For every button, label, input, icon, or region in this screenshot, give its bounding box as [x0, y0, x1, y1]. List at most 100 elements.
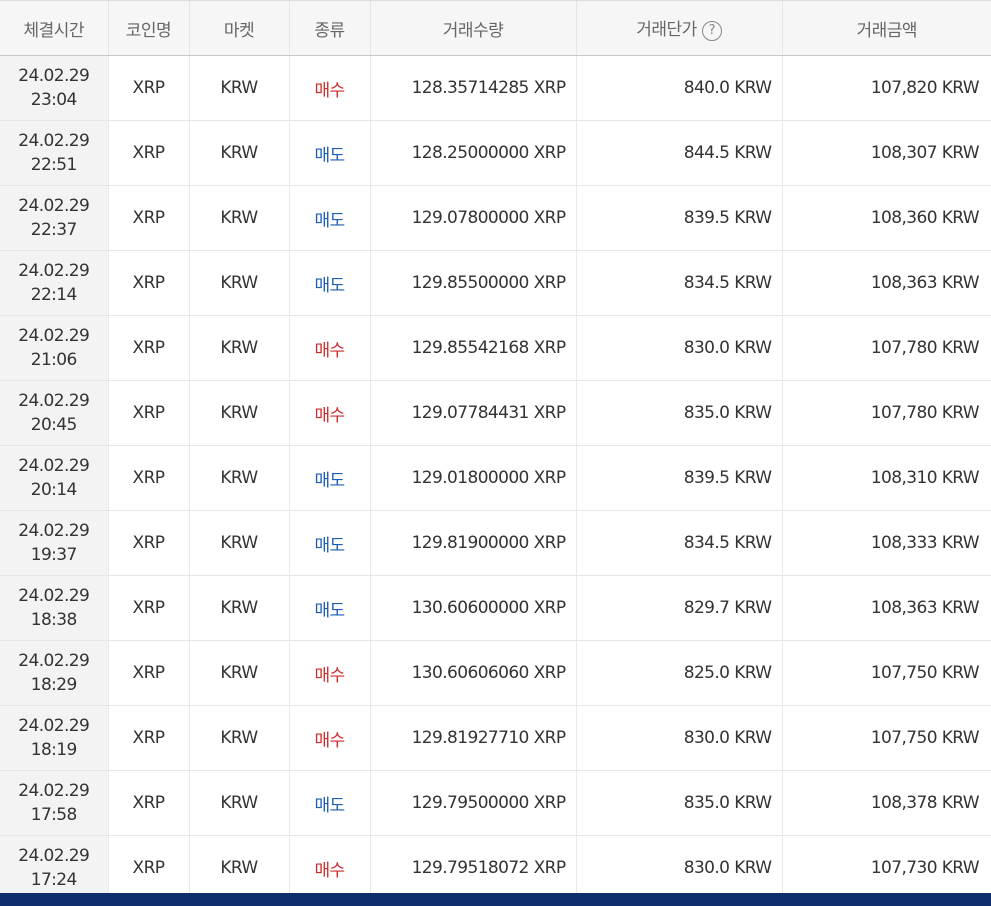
header-time[interactable]: 체결시간 [0, 0, 108, 56]
trade-date: 24.02.29 [18, 846, 90, 866]
table-header-row: 체결시간 코인명 마켓 종류 거래수량 거래단가? 거래금액 [0, 0, 991, 56]
cell-amount: 107,750 KRW [781, 705, 991, 771]
cell-amount: 108,310 KRW [781, 445, 991, 511]
trade-time: 22:37 [30, 220, 78, 240]
cell-trade-time: 24.02.29 17:24 [0, 835, 108, 901]
trade-time: 17:58 [30, 805, 78, 825]
cell-amount: 107,820 KRW [781, 55, 991, 121]
cell-quantity: 129.85500000 XRP [369, 250, 576, 316]
trade-time: 20:45 [30, 415, 78, 435]
cell-amount: 107,730 KRW [781, 835, 991, 901]
cell-trade-type: 매도 [288, 510, 370, 576]
cell-market: KRW [188, 315, 289, 381]
cell-quantity: 129.01800000 XRP [369, 445, 576, 511]
cell-coin: XRP [107, 835, 189, 901]
cell-trade-time: 24.02.29 18:29 [0, 640, 108, 706]
table-row[interactable]: 24.02.29 17:58 XRP KRW 매도 129.79500000 XRP 835… [0, 770, 991, 836]
bottom-navigation-bar[interactable] [0, 893, 991, 906]
cell-quantity: 129.79518072 XRP [369, 835, 576, 901]
cell-trade-time: 24.02.29 17:58 [0, 770, 108, 836]
cell-trade-type: 매도 [288, 575, 370, 641]
header-type[interactable]: 종류 [288, 0, 370, 56]
table-row[interactable]: 24.02.29 20:14 XRP KRW 매도 129.01800000 XRP 839… [0, 445, 991, 511]
header-quantity[interactable]: 거래수량 [369, 0, 576, 56]
table-row[interactable]: 24.02.29 18:38 XRP KRW 매도 130.60600000 XRP 829… [0, 575, 991, 641]
table-row[interactable]: 24.02.29 23:04 XRP KRW 매수 128.35714285 XRP 840… [0, 55, 991, 121]
cell-amount: 107,750 KRW [781, 640, 991, 706]
trade-time: 22:51 [30, 155, 78, 175]
header-market[interactable]: 마켓 [188, 0, 289, 56]
table-row[interactable]: 24.02.29 20:45 XRP KRW 매수 129.07784431 XRP 835… [0, 380, 991, 446]
cell-price: 825.0 KRW [575, 640, 782, 706]
table-row[interactable]: 24.02.29 22:14 XRP KRW 매도 129.85500000 XRP 834… [0, 250, 991, 316]
cell-market: KRW [188, 575, 289, 641]
cell-trade-time: 24.02.29 22:14 [0, 250, 108, 316]
header-coin[interactable]: 코인명 [107, 0, 189, 56]
table-row[interactable]: 24.02.29 17:24 XRP KRW 매수 129.79518072 XRP 830… [0, 835, 991, 901]
cell-trade-time: 24.02.29 18:38 [0, 575, 108, 641]
cell-price: 839.5 KRW [575, 445, 782, 511]
cell-price: 839.5 KRW [575, 185, 782, 251]
trade-date: 24.02.29 [18, 456, 90, 476]
table-row[interactable]: 24.02.29 22:51 XRP KRW 매도 128.25000000 XRP 844… [0, 120, 991, 186]
cell-quantity: 130.60600000 XRP [369, 575, 576, 641]
cell-amount: 108,363 KRW [781, 250, 991, 316]
trade-history-table: 체결시간 코인명 마켓 종류 거래수량 거래단가? 거래금액 24.02.29 2… [0, 0, 991, 901]
trade-time: 18:19 [30, 740, 78, 760]
cell-trade-type: 매도 [288, 120, 370, 186]
cell-price: 830.0 KRW [575, 705, 782, 771]
table-row[interactable]: 24.02.29 19:37 XRP KRW 매도 129.81900000 XRP 834… [0, 510, 991, 576]
cell-coin: XRP [107, 575, 189, 641]
cell-coin: XRP [107, 510, 189, 576]
cell-amount: 108,333 KRW [781, 510, 991, 576]
cell-trade-time: 24.02.29 23:04 [0, 55, 108, 121]
cell-market: KRW [188, 380, 289, 446]
cell-trade-time: 24.02.29 22:37 [0, 185, 108, 251]
cell-quantity: 128.35714285 XRP [369, 55, 576, 121]
trade-time: 21:06 [30, 350, 78, 370]
cell-coin: XRP [107, 250, 189, 316]
cell-price: 834.5 KRW [575, 250, 782, 316]
cell-coin: XRP [107, 185, 189, 251]
cell-quantity: 129.07784431 XRP [369, 380, 576, 446]
cell-market: KRW [188, 445, 289, 511]
cell-quantity: 129.85542168 XRP [369, 315, 576, 381]
trade-date: 24.02.29 [18, 586, 90, 606]
trade-date: 24.02.29 [18, 326, 90, 346]
cell-trade-type: 매도 [288, 185, 370, 251]
cell-coin: XRP [107, 380, 189, 446]
cell-price: 835.0 KRW [575, 380, 782, 446]
question-circle-icon[interactable]: ? [701, 21, 722, 41]
trade-date: 24.02.29 [18, 651, 90, 671]
cell-price: 834.5 KRW [575, 510, 782, 576]
cell-quantity: 129.07800000 XRP [369, 185, 576, 251]
trade-time: 20:14 [30, 480, 78, 500]
cell-price: 844.5 KRW [575, 120, 782, 186]
trade-date: 24.02.29 [18, 521, 90, 541]
cell-trade-type: 매수 [288, 55, 370, 121]
trade-date: 24.02.29 [18, 131, 90, 151]
table-row[interactable]: 24.02.29 18:19 XRP KRW 매수 129.81927710 XRP 830… [0, 705, 991, 771]
table-row[interactable]: 24.02.29 21:06 XRP KRW 매수 129.85542168 XRP 830… [0, 315, 991, 381]
cell-quantity: 129.81900000 XRP [369, 510, 576, 576]
header-price[interactable]: 거래단가? [575, 0, 782, 56]
cell-amount: 108,307 KRW [781, 120, 991, 186]
cell-price: 830.0 KRW [575, 835, 782, 901]
trade-time: 18:38 [30, 610, 78, 630]
cell-amount: 108,363 KRW [781, 575, 991, 641]
cell-market: KRW [188, 120, 289, 186]
trade-time: 23:04 [30, 90, 78, 110]
table-row[interactable]: 24.02.29 18:29 XRP KRW 매수 130.60606060 XRP 825… [0, 640, 991, 706]
cell-trade-type: 매수 [288, 705, 370, 771]
table-row[interactable]: 24.02.29 22:37 XRP KRW 매도 129.07800000 XRP 839… [0, 185, 991, 251]
cell-trade-type: 매도 [288, 770, 370, 836]
cell-coin: XRP [107, 55, 189, 121]
trade-time: 19:37 [30, 545, 78, 565]
header-amount[interactable]: 거래금액 [781, 0, 991, 56]
cell-trade-type: 매수 [288, 380, 370, 446]
cell-coin: XRP [107, 770, 189, 836]
cell-trade-type: 매수 [288, 315, 370, 381]
cell-trade-time: 24.02.29 22:51 [0, 120, 108, 186]
cell-coin: XRP [107, 120, 189, 186]
cell-price: 829.7 KRW [575, 575, 782, 641]
